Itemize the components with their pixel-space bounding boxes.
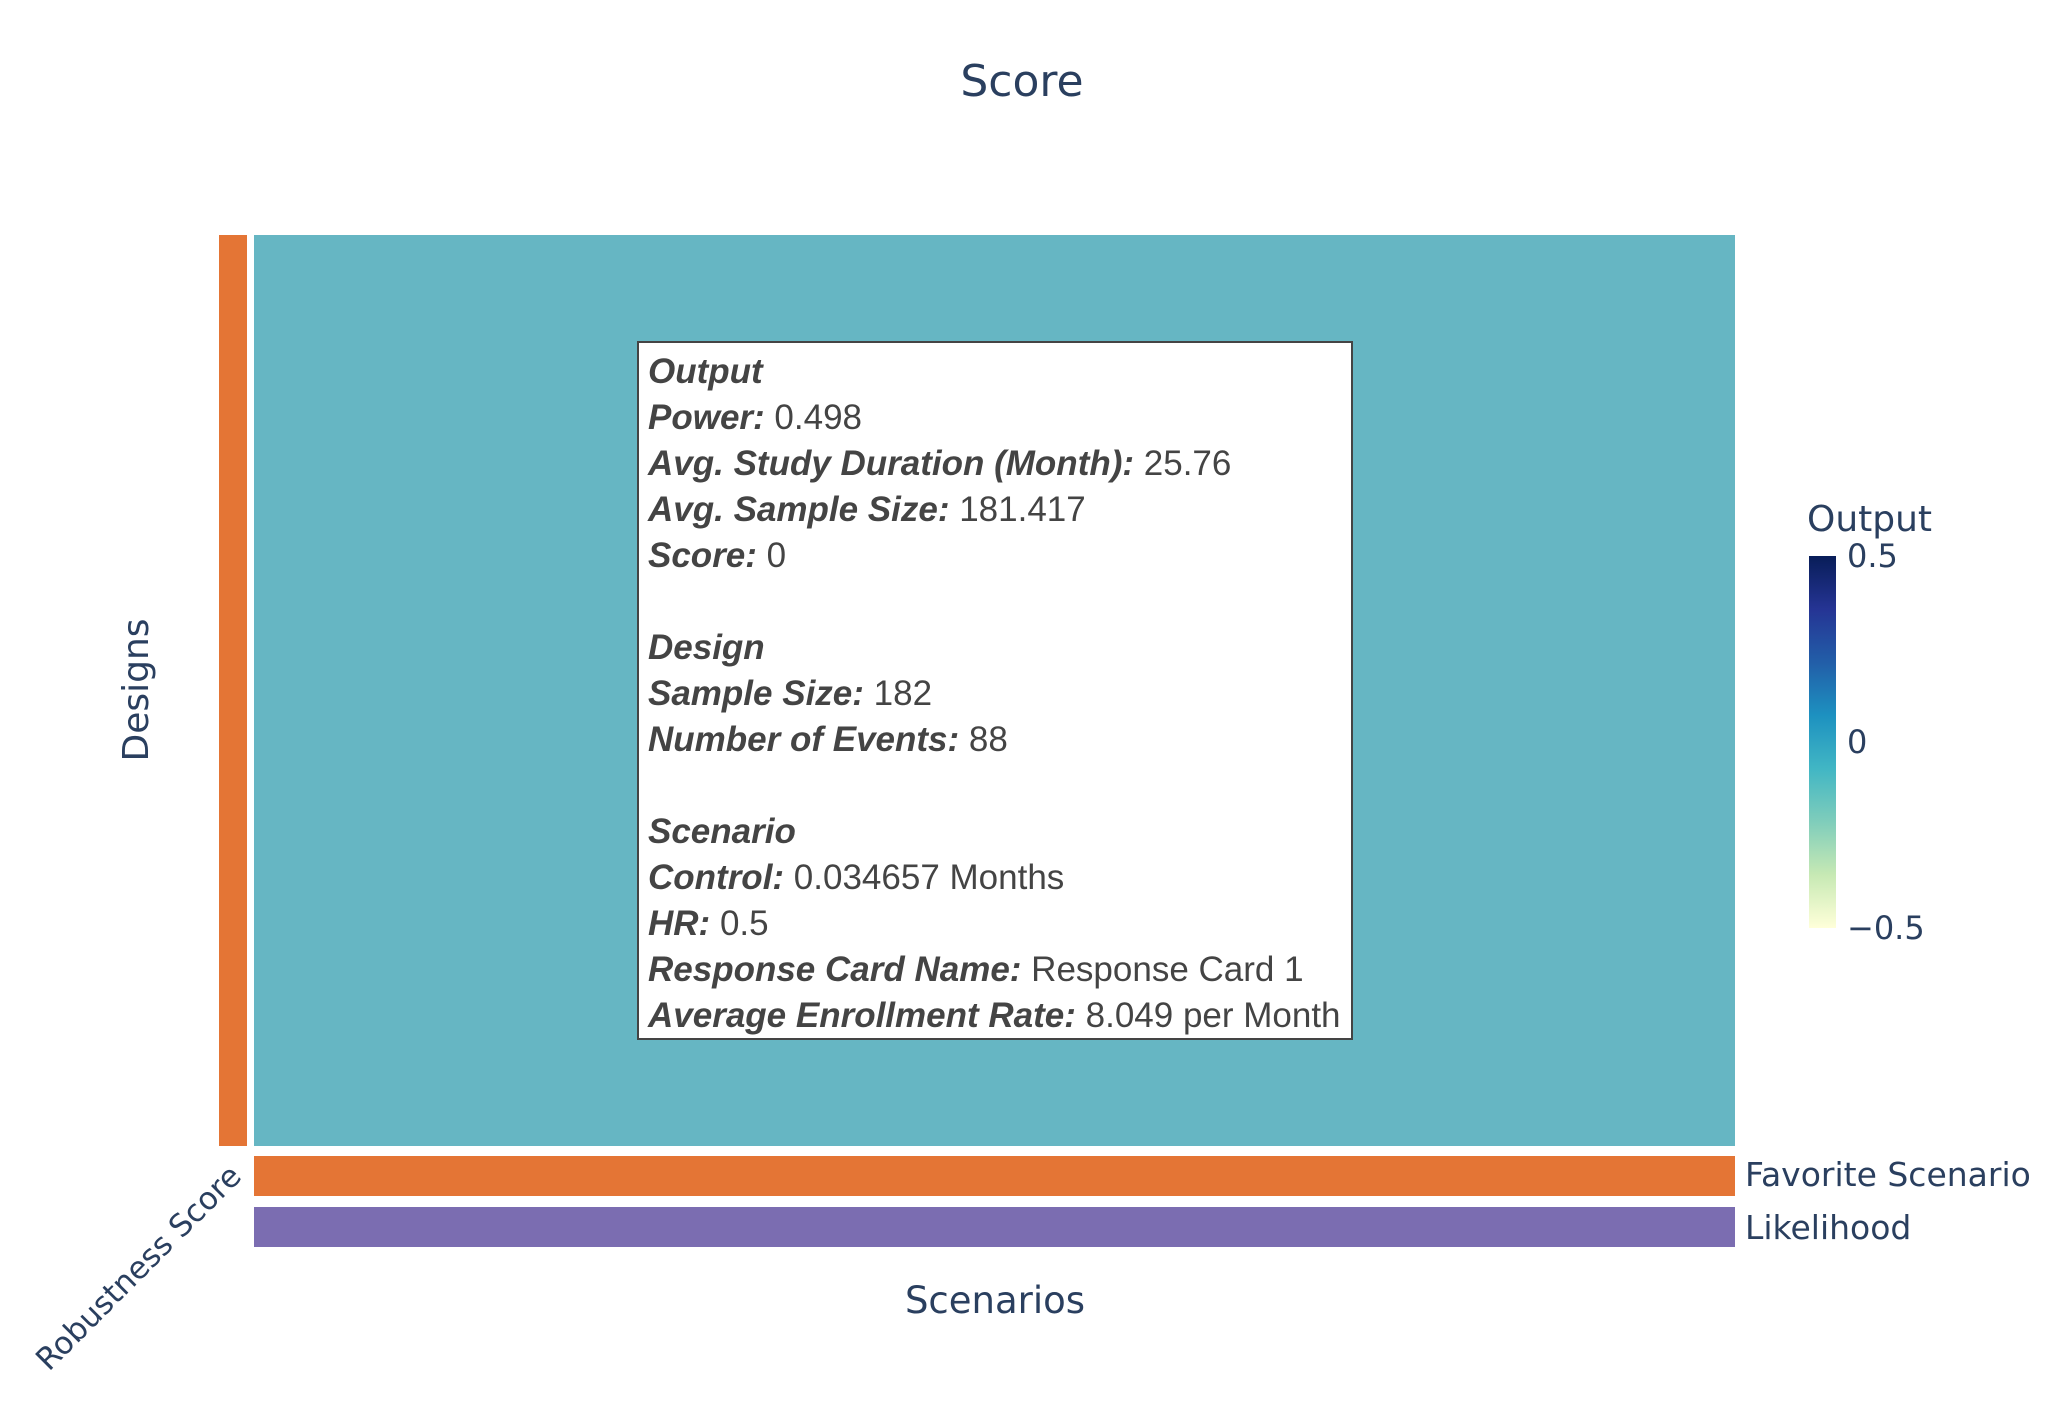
tooltip-row-value: 0.498 — [764, 398, 863, 437]
hover-tooltip: Output Power: 0.498 Avg. Study Duration (M… — [637, 341, 1353, 1040]
tooltip-group-title: Scenario — [648, 812, 796, 851]
tooltip-row: Avg. Study Duration (Month): 25.76 — [648, 441, 1351, 487]
tooltip-spacer — [648, 763, 1351, 809]
tooltip-row: Power: 0.498 — [648, 395, 1351, 441]
tooltip-row-value: 25.76 — [1134, 444, 1232, 483]
design-score-bar — [219, 235, 247, 1146]
tooltip-row-label: HR: — [648, 904, 711, 943]
tooltip-row-label: Avg. Study Duration (Month): — [648, 444, 1135, 483]
tooltip-row: Control: 0.034657 Months — [648, 855, 1351, 901]
colorbar-title: Output — [1807, 499, 1932, 540]
colorbar-tick-label: 0.5 — [1847, 537, 1898, 575]
colorbar-tick-label: 0 — [1847, 723, 1867, 761]
y-axis-title: Designs — [116, 618, 157, 761]
tooltip-row-value: 0 — [756, 536, 787, 575]
tooltip-row-value: Response Card 1 — [1021, 950, 1304, 989]
favorite-scenario-label: Favorite Scenario — [1745, 1155, 2031, 1194]
tooltip-row-label: Average Enrollment Rate: — [648, 996, 1076, 1035]
tooltip-row-value: 182 — [863, 674, 933, 713]
tooltip-row: Score: 0 — [648, 533, 1351, 579]
tooltip-row-value: 0.5 — [710, 904, 769, 943]
colorbar — [1809, 556, 1836, 928]
colorbar-ticks: 0.5 0 −0.5 — [1847, 537, 1925, 947]
chart-title: Score — [960, 56, 1083, 107]
tooltip-row-value: 181.417 — [949, 490, 1086, 529]
tooltip-row-label: Number of Events: — [648, 720, 960, 759]
favorite-scenario-bar — [254, 1156, 1735, 1196]
tooltip-row-value: 88 — [959, 720, 1008, 759]
tooltip-group-title: Design — [648, 628, 765, 667]
tooltip-row: Response Card Name: Response Card 1 — [648, 947, 1351, 993]
tooltip-row-label: Score: — [648, 536, 757, 575]
tooltip-row-label: Sample Size: — [648, 674, 864, 713]
x-axis-title: Scenarios — [905, 1279, 1085, 1322]
likelihood-bar — [254, 1207, 1735, 1247]
tooltip-group-title: Output — [648, 352, 763, 391]
colorbar-tick-label: −0.5 — [1847, 909, 1925, 947]
tooltip-row-label: Power: — [648, 398, 765, 437]
tooltip-row-value: 8.049 per Month — [1075, 996, 1341, 1035]
tooltip-row: Number of Events: 88 — [648, 717, 1351, 763]
tooltip-row-label: Response Card Name: — [648, 950, 1022, 989]
robustness-score-label: Robustness Score — [29, 1158, 249, 1378]
tooltip-row-label: Control: — [648, 858, 785, 897]
tooltip-row: Sample Size: 182 — [648, 671, 1351, 717]
tooltip-row: Avg. Sample Size: 181.417 — [648, 487, 1351, 533]
tooltip-row-label: Avg. Sample Size: — [648, 490, 950, 529]
tooltip-spacer — [648, 579, 1351, 625]
tooltip-row: HR: 0.5 — [648, 901, 1351, 947]
likelihood-label: Likelihood — [1745, 1208, 1911, 1247]
tooltip-row-value: 0.034657 Months — [784, 858, 1065, 897]
tooltip-row: Average Enrollment Rate: 8.049 per Month — [648, 993, 1351, 1039]
